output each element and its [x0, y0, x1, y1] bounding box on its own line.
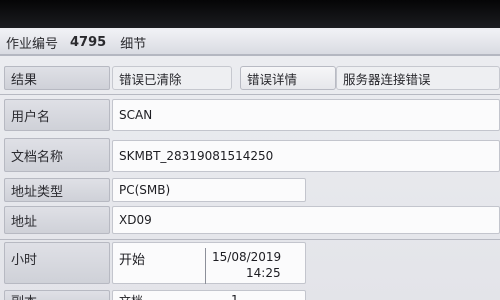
- copies-label: 副本: [4, 290, 110, 300]
- user-value-text: SCAN: [119, 108, 153, 122]
- screen: 作业编号 4795 细节 结果 错误已清除 错误详情 服务器连接错误 用户名 S…: [0, 28, 500, 300]
- copies-panel: 文档 1: [112, 290, 306, 300]
- address-type-value-text: PC(SMB): [119, 183, 171, 197]
- error-details-button[interactable]: 错误详情: [240, 66, 336, 90]
- server-connection-error: 服务器连接错误: [336, 66, 500, 90]
- monitor-bezel: [0, 0, 500, 28]
- document-value: SKMBT_28319081514250: [112, 140, 500, 172]
- document-label-text: 文档名称: [11, 149, 64, 165]
- result-value: 错误已清除: [112, 66, 232, 90]
- hour-row: 小时 开始 15/08/2019 14:25: [0, 242, 500, 286]
- divider: [0, 94, 500, 95]
- result-value-text: 错误已清除: [119, 71, 182, 87]
- job-number: 4795: [70, 34, 107, 50]
- user-label: 用户名: [4, 99, 110, 131]
- start-time: 14:25: [246, 266, 281, 280]
- result-row: 结果 错误已清除 错误详情 服务器连接错误: [0, 66, 500, 92]
- result-label-text: 结果: [11, 72, 38, 88]
- result-label: 结果: [4, 66, 110, 90]
- address-row: 地址 XD09: [0, 206, 500, 236]
- hour-label-text: 小时: [11, 253, 38, 268]
- start-label: 开始: [119, 253, 146, 268]
- address-type-row: 地址类型 PC(SMB): [0, 178, 500, 204]
- error-details-label: 错误详情: [247, 71, 298, 87]
- server-connection-error-text: 服务器连接错误: [343, 71, 431, 87]
- start-date: 15/08/2019: [212, 250, 282, 264]
- user-row: 用户名 SCAN: [0, 99, 500, 131]
- title-bar: 作业编号 4795 细节: [0, 30, 500, 56]
- hour-label: 小时: [4, 242, 110, 284]
- user-value: SCAN: [112, 99, 500, 131]
- address-label: 地址: [4, 206, 110, 234]
- document-row: 文档名称 SKMBT_28319081514250: [0, 138, 500, 174]
- address-label-text: 地址: [11, 214, 38, 230]
- address-value-text: XD09: [119, 213, 152, 227]
- copies-row: 副本 文档 1: [0, 290, 500, 300]
- copies-value: 1: [231, 293, 239, 300]
- user-label-text: 用户名: [11, 109, 51, 125]
- divider: [0, 239, 500, 240]
- document-label: 文档名称: [4, 138, 110, 172]
- document-value-text: SKMBT_28319081514250: [119, 149, 274, 163]
- job-number-label: 作业编号: [6, 36, 59, 52]
- start-datetime: 15/08/2019 14:25: [205, 248, 305, 284]
- address-value: XD09: [112, 206, 500, 234]
- address-type-label: 地址类型: [4, 178, 110, 202]
- copies-label-text: 副本: [11, 291, 37, 300]
- address-type-label-text: 地址类型: [11, 184, 64, 200]
- details-title: 细节: [120, 36, 147, 52]
- address-type-value: PC(SMB): [112, 178, 306, 202]
- copies-doc-label: 文档: [119, 292, 143, 300]
